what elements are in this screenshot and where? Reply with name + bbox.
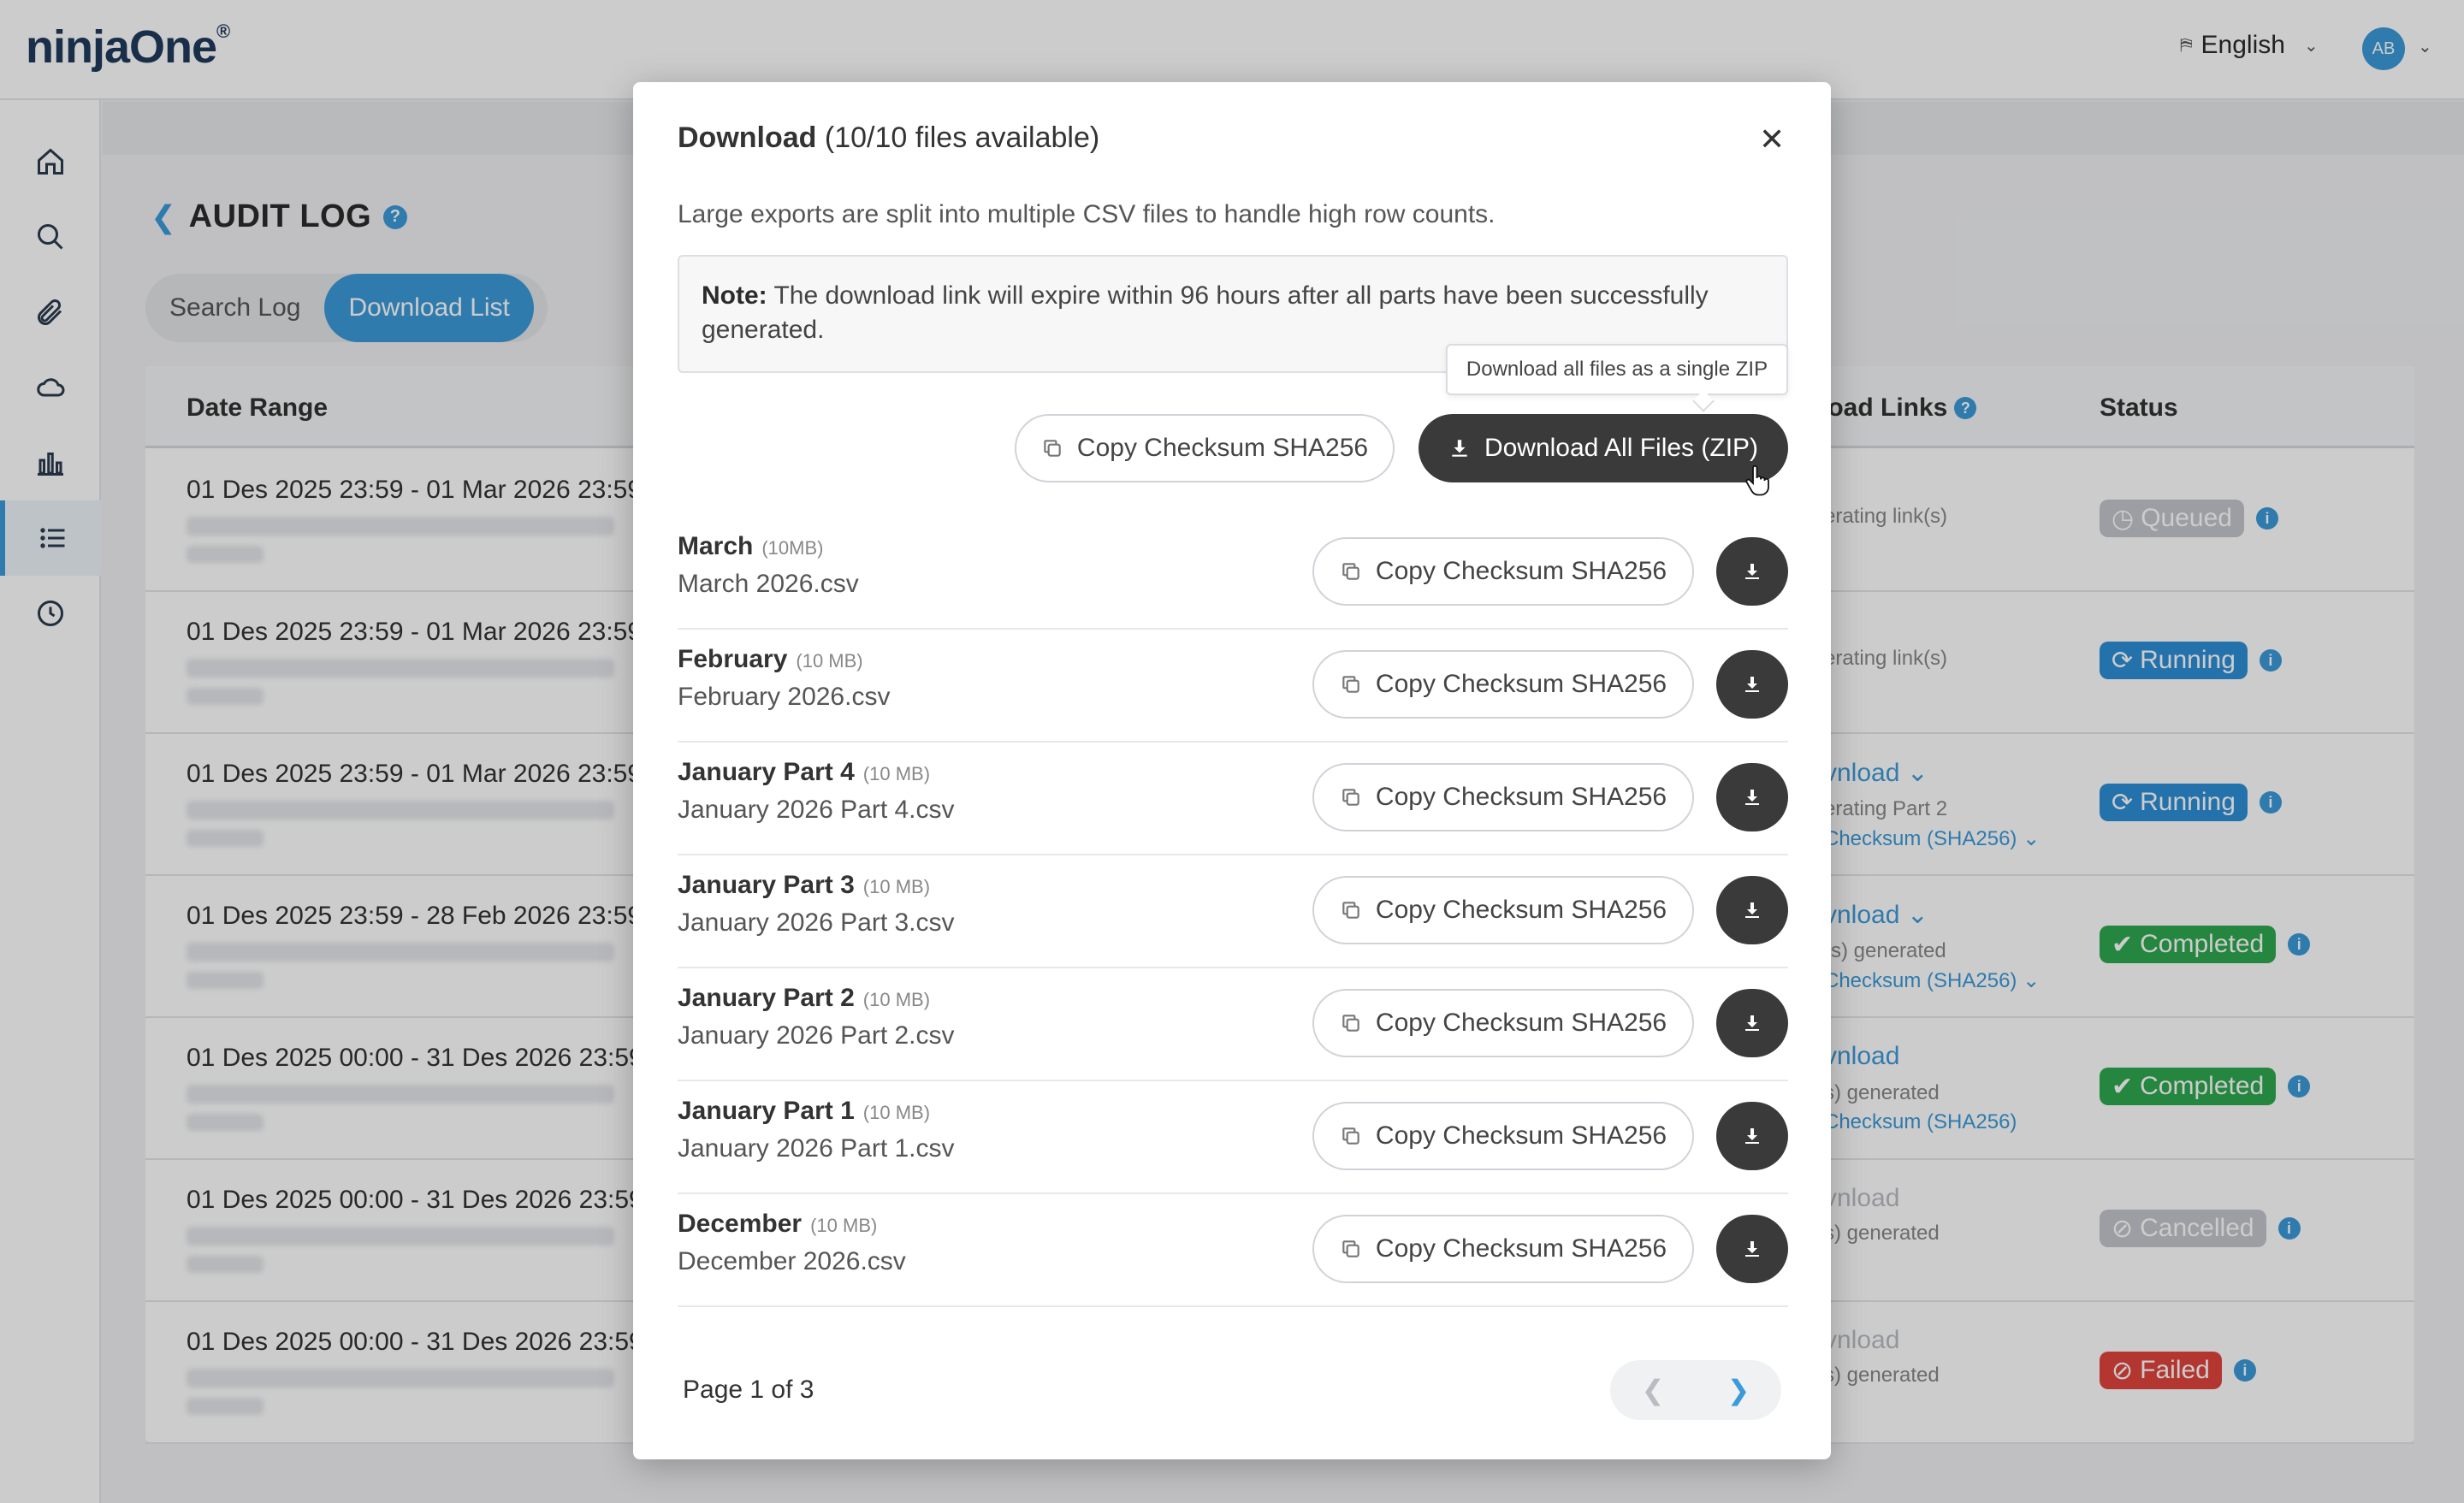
file-part-name: December (10 MB) <box>678 1210 878 1238</box>
file-part-name: January Part 3 (10 MB) <box>678 871 931 899</box>
file-part-name: January Part 4 (10 MB) <box>678 758 931 786</box>
download-modal: Download (10/10 files available) ✕ Large… <box>633 82 1831 1459</box>
modal-title: Download (10/10 files available) <box>678 121 1100 154</box>
download-icon <box>1745 677 1759 692</box>
download-icon <box>1745 1015 1759 1031</box>
file-part-name: February (10 MB) <box>678 645 863 673</box>
file-part-name: March (10MB) <box>678 532 824 560</box>
modal-description: Large exports are split into multiple CS… <box>678 200 1496 228</box>
file-name: December 2026.csv <box>678 1247 906 1275</box>
copy-icon <box>1342 1127 1359 1145</box>
pagination-text: Page 1 of 3 <box>683 1376 814 1404</box>
copy-icon <box>1342 563 1359 580</box>
copy-icon <box>1342 902 1359 919</box>
copy-checksum-button[interactable]: Copy Checksum SHA256 <box>1312 989 1694 1057</box>
download-icon <box>1452 440 1467 457</box>
download-file-button[interactable] <box>1716 763 1788 831</box>
file-name: February 2026.csv <box>678 683 891 711</box>
pagination-controls: ❮ ❯ <box>1610 1360 1781 1420</box>
download-icon <box>1745 564 1759 579</box>
file-name: January 2026 Part 3.csv <box>678 908 955 937</box>
file-row: January Part 1 (10 MB) January 2026 Part … <box>678 1081 1788 1194</box>
copy-checksum-button[interactable]: Copy Checksum SHA256 <box>1312 1215 1694 1283</box>
copy-checksum-button[interactable]: Copy Checksum SHA256 <box>1312 650 1694 719</box>
copy-icon <box>1342 676 1359 693</box>
download-all-zip-button[interactable]: Download All Files (ZIP) <box>1419 414 1788 482</box>
file-name: January 2026 Part 2.csv <box>678 1021 955 1050</box>
file-part-name: January Part 1 (10 MB) <box>678 1097 931 1125</box>
file-row: January Part 4 (10 MB) January 2026 Part … <box>678 743 1788 855</box>
file-size: (10MB) <box>761 537 824 559</box>
file-row: February (10 MB) February 2026.csv Copy C… <box>678 630 1788 743</box>
download-icon <box>1745 790 1759 805</box>
file-size: (10 MB) <box>862 1102 931 1123</box>
copy-checksum-button[interactable]: Copy Checksum SHA256 <box>1312 763 1694 831</box>
file-size: (10 MB) <box>862 989 931 1010</box>
file-row: January Part 3 (10 MB) January 2026 Part … <box>678 855 1788 968</box>
download-icon <box>1745 902 1759 918</box>
close-icon[interactable]: ✕ <box>1759 121 1785 157</box>
copy-icon <box>1342 1015 1359 1032</box>
file-row: January Part 2 (10 MB) January 2026 Part … <box>678 968 1788 1081</box>
file-size: (10 MB) <box>810 1215 878 1236</box>
download-icon <box>1745 1241 1759 1257</box>
copy-icon <box>1342 789 1359 806</box>
file-name: January 2026 Part 4.csv <box>678 796 955 824</box>
file-size: (10 MB) <box>862 876 931 897</box>
hand-cursor-icon <box>1745 465 1769 496</box>
next-page-icon[interactable]: ❯ <box>1727 1374 1750 1406</box>
download-file-button[interactable] <box>1716 989 1788 1057</box>
download-file-button[interactable] <box>1716 1215 1788 1283</box>
download-file-button[interactable] <box>1716 876 1788 944</box>
file-row: December (10 MB) December 2026.csv Copy C… <box>678 1194 1788 1307</box>
prev-page-icon[interactable]: ❮ <box>1642 1374 1665 1406</box>
copy-icon <box>1342 1240 1359 1257</box>
download-file-button[interactable] <box>1716 1102 1788 1170</box>
copy-icon <box>1044 440 1061 457</box>
copy-checksum-button[interactable]: Copy Checksum SHA256 <box>1312 537 1694 606</box>
file-row: March (10MB) March 2026.csv Copy Checksum… <box>678 517 1788 630</box>
file-size: (10 MB) <box>796 650 863 672</box>
download-icon <box>1745 1128 1759 1144</box>
download-file-button[interactable] <box>1716 537 1788 606</box>
download-all-tooltip: Download all files as a single ZIP <box>1446 344 1788 395</box>
copy-checksum-all-button[interactable]: Copy Checksum SHA256 <box>1015 414 1395 482</box>
download-file-button[interactable] <box>1716 650 1788 719</box>
copy-checksum-button[interactable]: Copy Checksum SHA256 <box>1312 876 1694 944</box>
file-name: January 2026 Part 1.csv <box>678 1134 955 1163</box>
copy-checksum-button[interactable]: Copy Checksum SHA256 <box>1312 1102 1694 1170</box>
file-part-name: January Part 2 (10 MB) <box>678 984 931 1012</box>
file-size: (10 MB) <box>862 763 931 784</box>
file-name: March 2026.csv <box>678 570 859 598</box>
